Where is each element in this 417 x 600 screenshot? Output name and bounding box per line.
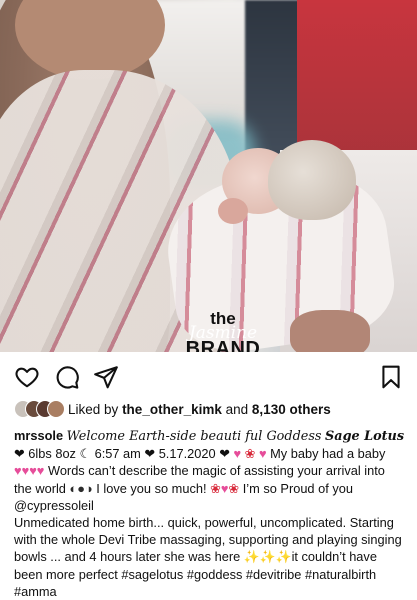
caption-weight: 6lbs 8oz [28,446,76,462]
caption-baby-name: Sage Lotus [325,429,405,444]
mention-link[interactable]: @cypressoleil [14,498,94,513]
liker-username-link[interactable]: the_other_kimk [122,402,222,417]
moon-phase-icon: ◐●◑ [69,480,93,496]
pink-heart-icon: ♥ [233,446,242,462]
avatar [47,400,65,418]
photo-baby-hand [218,198,248,224]
watermark-line-3: BRAND [185,338,261,352]
bookmark-icon[interactable] [378,364,404,390]
caption-baby-had-baby: My baby had a baby [270,446,386,462]
heart-outline-icon[interactable] [14,364,40,390]
likes-count-link[interactable]: 8,130 others [252,402,331,417]
likes-summary: Liked by the_other_kimk and 8,130 others [68,402,331,417]
post-caption: mrssole Welcome Earth-side beauti ful Go… [14,427,406,600]
caption-date: 5.17.2020 [158,446,216,462]
crescent-moon-icon: ☾ [79,446,92,462]
rose-icon: ❀ [244,446,256,462]
sparkles-icon: ✨✨✨ [243,549,292,565]
watermark-logo: the Jasmine BRAND [168,310,278,352]
black-heart-icon: ❤ [14,446,25,462]
photo-baby-hat [268,140,356,220]
paper-plane-icon[interactable] [93,364,119,390]
caption-time: 6:57 am [94,446,141,462]
likes-row: Liked by the_other_kimk and 8,130 others [14,399,331,419]
comment-bubble-icon[interactable] [54,364,80,390]
rose-icon: ❀ [228,480,240,496]
caption-username-link[interactable]: mrssole [14,428,63,443]
post-image[interactable]: the Jasmine BRAND [0,0,417,352]
post-action-bar [0,356,417,392]
caption-love-text: I love you so much! [96,480,207,496]
black-heart-icon: ❤ [144,446,156,462]
photo-arm [290,310,370,352]
liker-avatars[interactable] [14,400,65,418]
likes-joiner: and [225,401,249,417]
caption-welcome-text: Welcome Earth-side beauti ful Goddess [66,429,322,444]
pink-heart-icon: ♥ [258,446,267,462]
likes-prefix: Liked by [68,401,119,417]
pink-heart-icon: ♥♥♥♥ [14,463,45,479]
rose-icon: ❀ [210,480,221,496]
black-heart-icon: ❤ [219,446,230,462]
caption-proud-text: I’m so Proud of you [242,480,353,496]
